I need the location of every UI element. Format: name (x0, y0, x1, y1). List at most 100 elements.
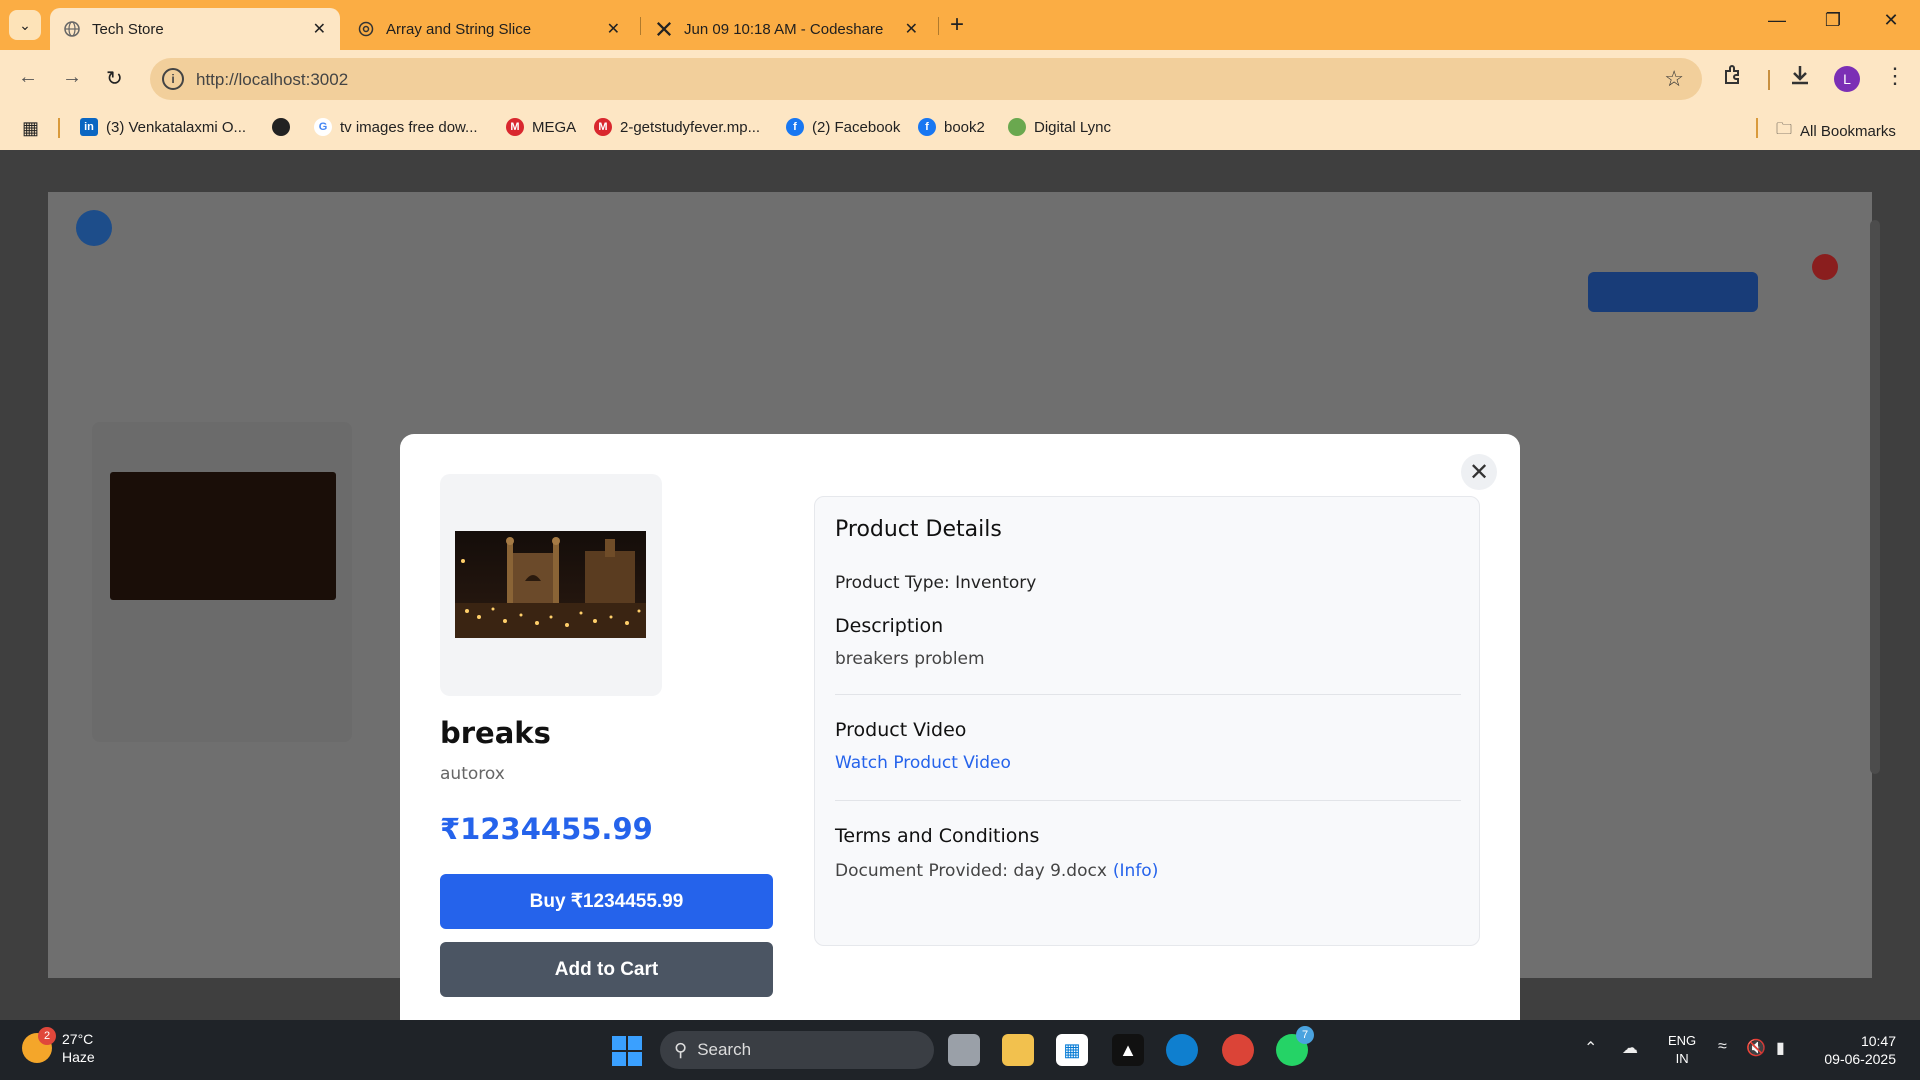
weather-widget[interactable]: 2 27°C Haze (22, 1027, 95, 1066)
new-tab-button[interactable]: + (950, 12, 964, 38)
window-close-icon[interactable]: ✕ (1868, 10, 1914, 31)
bookmark-google[interactable]: G tv images free dow... (314, 118, 478, 136)
document-text: Document Provided: day 9.docx (835, 861, 1107, 881)
globe-icon (64, 21, 80, 37)
weather-condition: Haze (62, 1049, 95, 1065)
close-icon[interactable]: ✕ (905, 19, 918, 39)
region-code: IN (1675, 1051, 1689, 1066)
close-icon: ✕ (1468, 458, 1490, 486)
linkedin-icon: in (80, 118, 98, 136)
windows-start-icon[interactable] (612, 1036, 642, 1066)
page-viewport: ✕ breaks autorox ₹1234455.99 Buy ₹123445… (0, 150, 1920, 1020)
avatar-letter: L (1843, 71, 1851, 87)
google-icon: G (314, 118, 332, 136)
whatsapp-icon[interactable]: 7 (1276, 1026, 1314, 1066)
chrome-icon[interactable] (1222, 1034, 1254, 1066)
profile-avatar[interactable]: L (1834, 66, 1860, 92)
kebab-menu-icon[interactable]: ⋮ (1884, 63, 1906, 89)
bookmark-label: book2 (944, 118, 985, 136)
whatsapp-badge: 7 (1296, 1026, 1314, 1044)
product-image-dimmed (110, 472, 336, 600)
document-info-link[interactable]: (Info) (1113, 861, 1158, 881)
product-brand: autorox (440, 764, 505, 784)
clock-date: 09-06-2025 (1824, 1051, 1896, 1067)
volume-muted-icon[interactable]: 🔇 (1746, 1038, 1766, 1058)
bookmark-book2[interactable]: f book2 (918, 118, 985, 136)
chevron-up-icon[interactable]: ⌃ (1584, 1038, 1597, 1058)
video-heading: Product Video (835, 719, 967, 741)
wifi-icon[interactable]: ≈ (1718, 1038, 1727, 1056)
close-icon[interactable]: ✕ (607, 19, 620, 39)
bookmark-mega[interactable]: M MEGA (506, 118, 576, 136)
taskbar-search-label: Search (697, 1040, 752, 1059)
openai-icon (358, 21, 374, 37)
facebook-icon: f (786, 118, 804, 136)
browser-toolbar: ← → ↻ i http://localhost:3002 ☆ L ⋮ (0, 50, 1920, 108)
bookmarks-bar: ▦ in (3) Venkatalaxmi O... G tv images f… (0, 108, 1920, 150)
weather-sun-icon: 2 (22, 1027, 56, 1063)
file-explorer-icon[interactable] (1002, 1034, 1034, 1066)
back-icon[interactable]: ← (18, 66, 38, 89)
restore-icon[interactable]: ❐ (1810, 10, 1856, 31)
tab-title: Tech Store (92, 20, 164, 38)
bookmark-label: Digital Lync (1034, 118, 1111, 136)
minimize-icon[interactable]: — (1754, 10, 1800, 31)
modal-close-button[interactable]: ✕ (1461, 454, 1497, 490)
document-line: Document Provided: day 9.docx (Info) (835, 861, 1158, 881)
tab-title: Jun 09 10:18 AM - Codeshare (684, 20, 884, 38)
apps-grid-icon[interactable]: ▦ (22, 118, 39, 139)
mega-icon: M (506, 118, 524, 136)
bookmark-digital-lync[interactable]: Digital Lync (1008, 118, 1111, 136)
windows-taskbar: 2 27°C Haze ⚲ Search ▦ ▲ 7 ⌃ ☁ ENG IN ≈ … (0, 1020, 1920, 1080)
bookmark-facebook[interactable]: f (2) Facebook (786, 118, 900, 136)
close-icon[interactable]: ✕ (313, 19, 326, 39)
digital-lync-icon (1008, 118, 1026, 136)
system-clock[interactable]: 10:47 09-06-2025 (1816, 1032, 1896, 1068)
store-logo (76, 210, 112, 246)
reload-icon[interactable]: ↻ (106, 66, 123, 91)
bookmark-globe[interactable] (272, 118, 298, 136)
tab-divider (938, 17, 939, 35)
tab-strip: ⌄ Tech Store ✕ Array and String Slice ✕ … (0, 0, 1920, 50)
tab-tech-store[interactable]: Tech Store ✕ (50, 8, 340, 50)
toolbar-divider (1768, 70, 1770, 90)
product-modal: ✕ breaks autorox ₹1234455.99 Buy ₹123445… (400, 434, 1520, 1020)
microsoft-store-icon[interactable]: ▦ (1056, 1034, 1088, 1066)
task-view-icon[interactable] (948, 1034, 980, 1066)
product-price: ₹1234455.99 (440, 812, 653, 846)
language-indicator[interactable]: ENG IN (1668, 1032, 1696, 1068)
add-to-cart-button[interactable]: Add to Cart (440, 942, 773, 997)
tab-array-string-slice[interactable]: Array and String Slice ✕ (344, 8, 634, 50)
bookmark-star-icon[interactable]: ☆ (1664, 66, 1684, 92)
tab-codeshare[interactable]: Jun 09 10:18 AM - Codeshare ✕ (642, 8, 932, 50)
taskbar-search[interactable]: ⚲ Search (660, 1031, 934, 1069)
product-card-dimmed (92, 422, 352, 742)
all-bookmarks[interactable]: 🗀 All Bookmarks (1776, 118, 1896, 145)
bookmark-linkedin[interactable]: in (3) Venkatalaxmi O... (80, 118, 246, 136)
bookmark-label: MEGA (532, 118, 577, 136)
extensions-icon[interactable] (1722, 63, 1746, 93)
site-info-icon[interactable]: i (162, 68, 184, 90)
product-details-panel: Product Details Product Type: Inventory … (814, 496, 1480, 946)
tab-search-menu[interactable]: ⌄ (9, 10, 41, 40)
bookmark-label: tv images free dow... (340, 118, 478, 136)
watch-video-link[interactable]: Watch Product Video (835, 753, 1011, 773)
bookmark-getstudyfever[interactable]: M 2-getstudyfever.mp... (594, 118, 760, 136)
download-icon[interactable] (1788, 63, 1812, 93)
buy-button[interactable]: Buy ₹1234455.99 (440, 874, 773, 929)
forward-icon[interactable]: → (62, 66, 82, 89)
tab-title: Array and String Slice (386, 20, 532, 38)
tab-divider (640, 17, 641, 35)
product-image-frame (440, 474, 662, 696)
facebook-icon: f (918, 118, 936, 136)
app-icon[interactable]: ▲ (1112, 1034, 1144, 1066)
product-type: Product Type: Inventory (835, 573, 1037, 593)
search-icon: ⚲ (674, 1039, 688, 1060)
page-scrollbar[interactable] (1870, 220, 1880, 774)
url-text[interactable]: http://localhost:3002 (196, 70, 348, 90)
battery-icon[interactable]: ▮ (1776, 1038, 1785, 1058)
edge-icon[interactable] (1166, 1034, 1198, 1066)
chevron-down-icon: ⌄ (19, 16, 31, 33)
onedrive-icon[interactable]: ☁ (1622, 1038, 1638, 1058)
address-bar[interactable]: i http://localhost:3002 ☆ (150, 58, 1702, 100)
